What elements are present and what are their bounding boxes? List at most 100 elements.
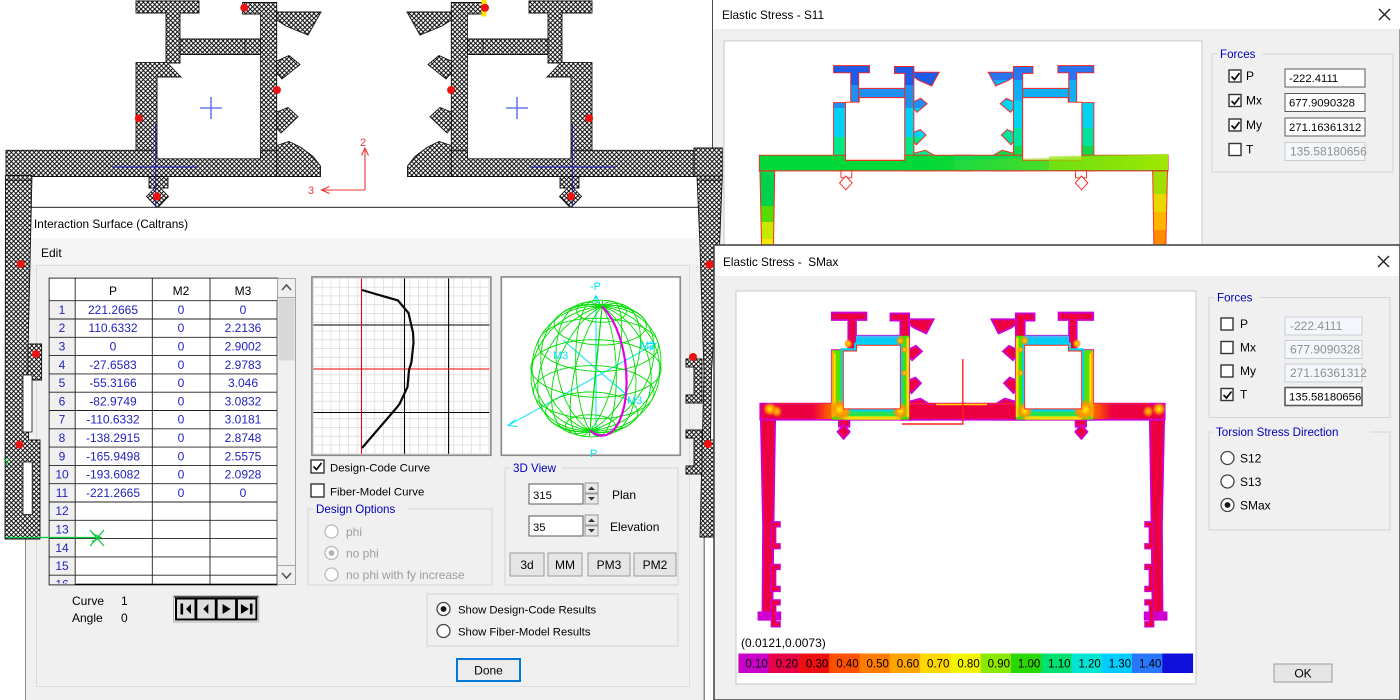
svg-text:0: 0 xyxy=(178,431,185,445)
svg-text:3: 3 xyxy=(308,185,314,197)
svg-text:M3: M3 xyxy=(553,350,568,362)
svg-text:0.30: 0.30 xyxy=(806,659,828,671)
svg-text:-110.6332: -110.6332 xyxy=(86,413,139,427)
svg-text:3.046: 3.046 xyxy=(228,376,258,390)
svg-text:Mx: Mx xyxy=(1246,94,1262,108)
svg-text:0: 0 xyxy=(178,449,185,463)
svg-text:Curve: Curve xyxy=(72,594,104,608)
svg-text:Show Fiber-Model Results: Show Fiber-Model Results xyxy=(458,627,591,639)
svg-text:P: P xyxy=(590,448,597,460)
svg-text:0: 0 xyxy=(240,486,247,500)
svg-text:Design-Code Curve: Design-Code Curve xyxy=(330,463,430,475)
svg-text:10: 10 xyxy=(55,468,69,482)
svg-text:15: 15 xyxy=(55,559,69,573)
svg-text:0.70: 0.70 xyxy=(927,659,949,671)
svg-text:My: My xyxy=(1240,364,1256,378)
svg-text:2.2136: 2.2136 xyxy=(225,321,262,335)
svg-text:SMax: SMax xyxy=(1240,499,1271,513)
svg-text:Done: Done xyxy=(474,663,503,677)
svg-text:135.58180656: 135.58180656 xyxy=(1290,145,1367,159)
svg-text:315: 315 xyxy=(533,490,552,502)
svg-text:0: 0 xyxy=(178,321,185,335)
svg-text:6: 6 xyxy=(59,394,66,408)
svg-text:P: P xyxy=(1240,317,1248,331)
svg-text:110.6332: 110.6332 xyxy=(88,321,137,335)
svg-text:0: 0 xyxy=(178,413,185,427)
svg-text:7: 7 xyxy=(59,413,66,427)
svg-text:-222.4111: -222.4111 xyxy=(1290,319,1343,333)
svg-text:P: P xyxy=(109,284,117,298)
svg-text:Edit: Edit xyxy=(41,246,62,260)
svg-text:0: 0 xyxy=(178,468,185,482)
svg-text:Elastic Stress - SMax: Elastic Stress - SMax xyxy=(723,255,838,269)
svg-text:11: 11 xyxy=(56,486,69,500)
svg-text:-221.2665: -221.2665 xyxy=(86,486,140,500)
svg-text:Plan: Plan xyxy=(612,488,636,502)
svg-text:1.40: 1.40 xyxy=(1139,659,1161,671)
svg-text:-55.3166: -55.3166 xyxy=(89,376,137,390)
svg-text:no phi: no phi xyxy=(346,547,379,561)
svg-text:Angle: Angle xyxy=(72,611,103,625)
svg-text:0: 0 xyxy=(178,376,185,390)
svg-text:Elastic Stress - S11: Elastic Stress - S11 xyxy=(722,8,824,22)
svg-text:0.20: 0.20 xyxy=(776,659,798,671)
svg-text:Elevation: Elevation xyxy=(610,520,659,534)
svg-text:-222.4111: -222.4111 xyxy=(1289,73,1338,85)
svg-text:677.9090328: 677.9090328 xyxy=(1290,343,1360,357)
svg-text:P: P xyxy=(1246,69,1254,83)
svg-text:S12: S12 xyxy=(1240,452,1262,466)
svg-text:S13: S13 xyxy=(1240,475,1262,489)
svg-text:-165.9498: -165.9498 xyxy=(86,449,140,463)
svg-text:-27.6583: -27.6583 xyxy=(89,358,137,372)
svg-text:0: 0 xyxy=(121,611,128,625)
svg-text:0: 0 xyxy=(178,303,185,317)
svg-text:2.5575: 2.5575 xyxy=(225,449,262,463)
svg-text:Torsion Stress Direction: Torsion Stress Direction xyxy=(1216,426,1338,439)
svg-text:M2: M2 xyxy=(640,340,655,352)
svg-text:no phi with fy increase: no phi with fy increase xyxy=(346,568,465,582)
svg-text:0.60: 0.60 xyxy=(897,659,919,671)
svg-text:271.16361312: 271.16361312 xyxy=(1289,122,1361,134)
svg-text:1.10: 1.10 xyxy=(1048,659,1070,671)
svg-text:0.90: 0.90 xyxy=(988,659,1010,671)
svg-text:0: 0 xyxy=(178,358,185,372)
svg-text:221.2665: 221.2665 xyxy=(88,303,138,317)
svg-text:0.50: 0.50 xyxy=(866,659,888,671)
svg-text:Interaction Surface (Caltrans): Interaction Surface (Caltrans) xyxy=(34,217,188,231)
svg-text:2.9783: 2.9783 xyxy=(225,358,262,372)
svg-text:phi: phi xyxy=(346,525,362,539)
svg-text:T: T xyxy=(1240,388,1248,402)
svg-text:1: 1 xyxy=(121,594,128,608)
svg-text:0.40: 0.40 xyxy=(836,659,858,671)
svg-text:-82.9749: -82.9749 xyxy=(89,394,137,408)
svg-text:Show Design-Code Results: Show Design-Code Results xyxy=(458,605,596,617)
svg-text:0: 0 xyxy=(178,340,185,354)
svg-text:677.9090328: 677.9090328 xyxy=(1289,98,1355,110)
svg-text:135.58180656: 135.58180656 xyxy=(1289,392,1361,404)
svg-text:Forces: Forces xyxy=(1220,48,1256,61)
svg-text:2: 2 xyxy=(360,137,366,149)
svg-text:0.80: 0.80 xyxy=(957,659,979,671)
svg-text:3.0181: 3.0181 xyxy=(225,413,262,427)
svg-text:0: 0 xyxy=(110,340,117,354)
svg-text:271.16361312: 271.16361312 xyxy=(1290,366,1367,380)
svg-text:8: 8 xyxy=(59,431,66,445)
svg-text:2.0928: 2.0928 xyxy=(225,468,262,482)
svg-text:3D View: 3D View xyxy=(513,462,557,475)
svg-text:Design Options: Design Options xyxy=(316,503,395,516)
svg-text:1.20: 1.20 xyxy=(1078,659,1100,671)
svg-text:-138.2915: -138.2915 xyxy=(86,431,140,445)
svg-text:0: 0 xyxy=(178,486,185,500)
svg-text:My: My xyxy=(1246,118,1262,132)
svg-text:1.30: 1.30 xyxy=(1109,659,1131,671)
svg-text:3: 3 xyxy=(59,340,66,354)
svg-text:9: 9 xyxy=(59,449,66,463)
svg-text:MM: MM xyxy=(555,558,575,572)
svg-text:2.9002: 2.9002 xyxy=(225,340,262,354)
svg-text:T: T xyxy=(1246,143,1254,157)
svg-text:0: 0 xyxy=(178,394,185,408)
svg-text:PM2: PM2 xyxy=(643,558,668,572)
svg-text:5: 5 xyxy=(59,376,66,390)
svg-text:-P: -P xyxy=(590,281,601,293)
svg-text:Forces: Forces xyxy=(1217,292,1253,305)
